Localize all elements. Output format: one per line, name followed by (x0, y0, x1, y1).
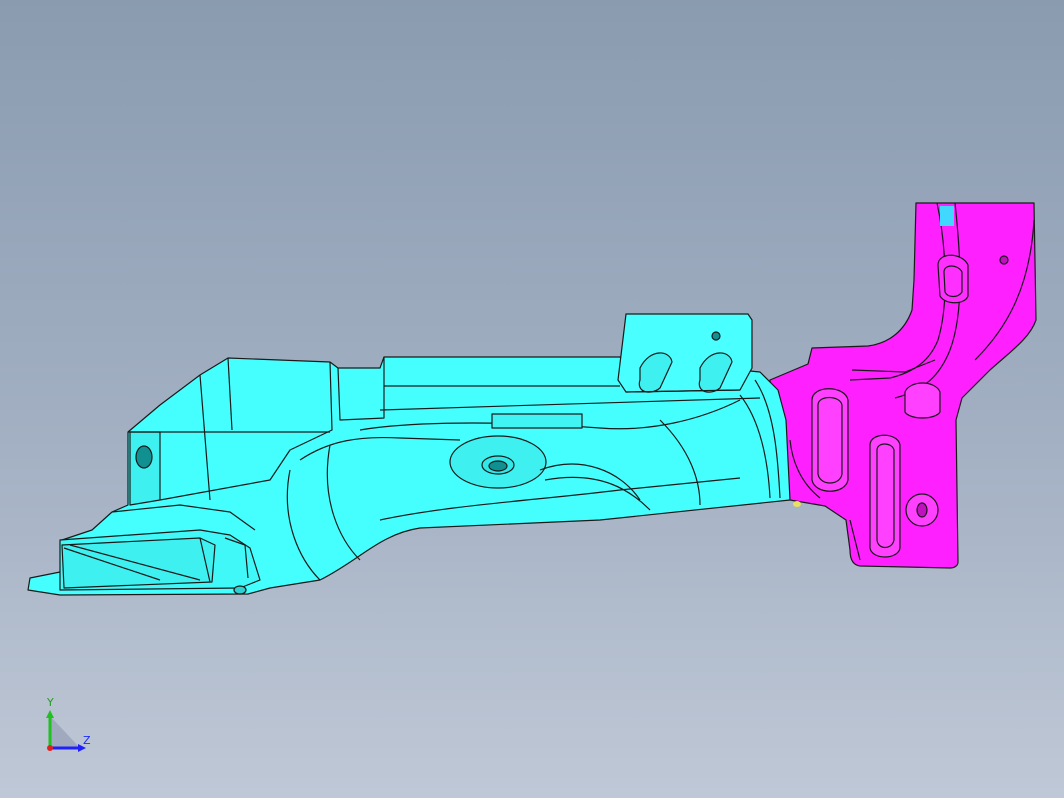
z-axis-label: Z (83, 734, 91, 747)
axis-triad: Y Z (36, 696, 106, 758)
cad-model[interactable] (0, 0, 1064, 798)
cad-viewport[interactable]: Y Z (0, 0, 1064, 798)
cyan-rail-part[interactable] (27, 313, 791, 596)
magenta-bracket-part[interactable] (769, 202, 1037, 569)
weld-marker (793, 501, 801, 507)
y-axis-label: Y (47, 696, 54, 709)
